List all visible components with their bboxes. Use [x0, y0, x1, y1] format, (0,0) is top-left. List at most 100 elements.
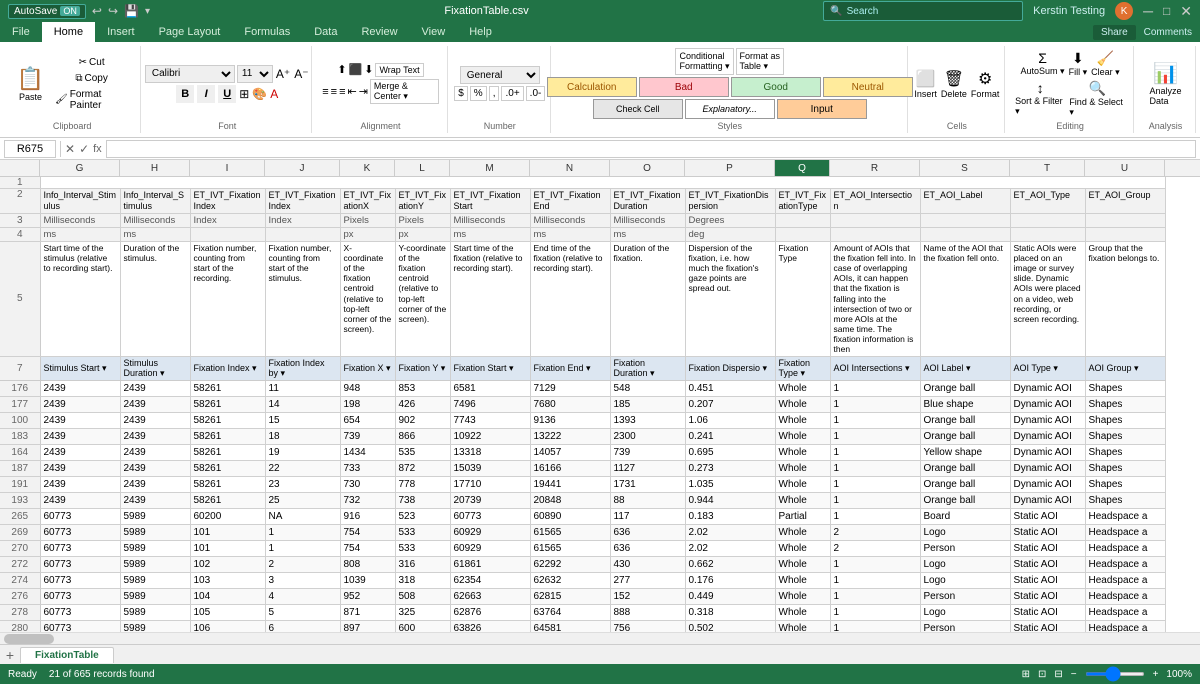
cell-T[interactable]: Dynamic AOI [1010, 412, 1085, 428]
bold-btn[interactable]: B [176, 85, 194, 103]
cell-P[interactable]: 2.02 [685, 524, 775, 540]
scroll-thumb[interactable] [4, 634, 54, 644]
tab-view[interactable]: View [410, 22, 458, 42]
cell-I[interactable]: 104 [190, 588, 265, 604]
cell-T[interactable]: Static AOI [1010, 556, 1085, 572]
cell-G[interactable]: 2439 [40, 396, 120, 412]
cell-G[interactable]: 60773 [40, 540, 120, 556]
cell-T[interactable]: Dynamic AOI [1010, 460, 1085, 476]
cell-J[interactable]: 23 [265, 476, 340, 492]
filter-H[interactable]: Stimulus Duration ▾ [120, 356, 190, 380]
cell-K[interactable]: 754 [340, 540, 395, 556]
cell-U[interactable]: Headspace a [1085, 508, 1165, 524]
cell-K[interactable]: 739 [340, 428, 395, 444]
cell-L[interactable]: 778 [395, 476, 450, 492]
cell-T[interactable]: Static AOI [1010, 604, 1085, 620]
tab-data[interactable]: Data [302, 22, 349, 42]
cell-P[interactable]: 0.318 [685, 604, 775, 620]
cell-G[interactable]: 2439 [40, 492, 120, 508]
cell-G[interactable]: 60773 [40, 572, 120, 588]
table-row[interactable]: 176243924395826111948853658171295480.451… [0, 380, 1165, 396]
wrap-text-btn[interactable]: Wrap Text [375, 63, 423, 77]
cell-G[interactable]: 2439 [40, 412, 120, 428]
cell-P[interactable]: 0.449 [685, 588, 775, 604]
cell-Q[interactable]: Whole [775, 556, 830, 572]
cell-L[interactable]: 533 [395, 540, 450, 556]
cell-Q[interactable]: Whole [775, 396, 830, 412]
table-row[interactable]: 280607735989106689760063826645817560.502… [0, 620, 1165, 632]
italic-btn[interactable]: I [197, 85, 215, 103]
sort-filter-btn[interactable]: ↕Sort & Filter ▾ [1015, 80, 1065, 117]
font-size-select[interactable]: 11 [237, 65, 273, 83]
cell-N[interactable]: 20848 [530, 492, 610, 508]
cell-I[interactable]: 58261 [190, 412, 265, 428]
cell-S[interactable]: Blue shape [920, 396, 1010, 412]
col-header-G[interactable]: G [40, 160, 120, 176]
search-bar[interactable]: 🔍 Search [823, 1, 1023, 21]
cell-J[interactable]: 15 [265, 412, 340, 428]
cell-L[interactable]: 853 [395, 380, 450, 396]
cell-J[interactable]: 14 [265, 396, 340, 412]
table-row[interactable]: 276607735989104495250862663628151520.449… [0, 588, 1165, 604]
cell-J[interactable]: 1 [265, 524, 340, 540]
cell-H[interactable]: 5989 [120, 508, 190, 524]
cell-S[interactable]: Logo [920, 604, 1010, 620]
col-header-M[interactable]: M [450, 160, 530, 176]
cell-G[interactable]: 2439 [40, 476, 120, 492]
cell-M[interactable]: 60773 [450, 508, 530, 524]
cell-I[interactable]: 102 [190, 556, 265, 572]
zoom-slider[interactable] [1085, 672, 1145, 676]
cell-H[interactable]: 2439 [120, 396, 190, 412]
cell-I[interactable]: 58261 [190, 428, 265, 444]
cell-K[interactable]: 1039 [340, 572, 395, 588]
cell-L[interactable]: 866 [395, 428, 450, 444]
cell-H[interactable]: 2439 [120, 412, 190, 428]
cell-G[interactable]: 2439 [40, 428, 120, 444]
cell-O[interactable]: 636 [610, 524, 685, 540]
cell-O[interactable]: 1127 [610, 460, 685, 476]
cell-U[interactable]: Shapes [1085, 460, 1165, 476]
col-header-J[interactable]: J [265, 160, 340, 176]
delete-btn[interactable]: 🗑Delete [941, 69, 967, 99]
cell-T[interactable]: Static AOI [1010, 588, 1085, 604]
cell-P[interactable]: 0.662 [685, 556, 775, 572]
cell-Q[interactable]: Whole [775, 380, 830, 396]
currency-btn[interactable]: $ [454, 86, 468, 101]
cell-M[interactable]: 63826 [450, 620, 530, 632]
cell-L[interactable]: 738 [395, 492, 450, 508]
cell-U[interactable]: Headspace a [1085, 524, 1165, 540]
col-header-S[interactable]: S [920, 160, 1010, 176]
cell-L[interactable]: 508 [395, 588, 450, 604]
cell-O[interactable]: 548 [610, 380, 685, 396]
col-header-N[interactable]: N [530, 160, 610, 176]
cell-R[interactable]: 2 [830, 524, 920, 540]
cell-R[interactable]: 1 [830, 588, 920, 604]
tab-formulas[interactable]: Formulas [232, 22, 302, 42]
merge-center-btn[interactable]: Merge & Center ▾ [370, 79, 439, 104]
cell-G[interactable]: 60773 [40, 604, 120, 620]
cell-J[interactable]: 11 [265, 380, 340, 396]
clear-btn[interactable]: 🧹Clear ▾ [1091, 50, 1120, 78]
col-header-Q[interactable]: Q [775, 160, 830, 176]
cell-U[interactable]: Headspace a [1085, 604, 1165, 620]
cell-K[interactable]: 198 [340, 396, 395, 412]
style-check-cell[interactable]: Check Cell [593, 99, 683, 119]
table-row[interactable]: 164243924395826119143453513318140577390.… [0, 444, 1165, 460]
cell-U[interactable]: Headspace a [1085, 572, 1165, 588]
cell-O[interactable]: 888 [610, 604, 685, 620]
cell-P[interactable]: 0.273 [685, 460, 775, 476]
cell-J[interactable]: 6 [265, 620, 340, 632]
cell-J[interactable]: 18 [265, 428, 340, 444]
font-family-select[interactable]: Calibri [145, 65, 235, 83]
cell-N[interactable]: 62632 [530, 572, 610, 588]
zoom-out-icon[interactable]: − [1071, 669, 1077, 680]
cell-S[interactable]: Person [920, 588, 1010, 604]
cell-Q[interactable]: Whole [775, 412, 830, 428]
filter-G[interactable]: Stimulus Start ▾ [40, 356, 120, 380]
cell-J[interactable]: 2 [265, 556, 340, 572]
confirm-formula-icon[interactable]: ✓ [79, 142, 89, 156]
style-calculation[interactable]: Calculation [547, 77, 637, 97]
cell-O[interactable]: 277 [610, 572, 685, 588]
cell-S[interactable]: Orange ball [920, 476, 1010, 492]
cell-O[interactable]: 88 [610, 492, 685, 508]
